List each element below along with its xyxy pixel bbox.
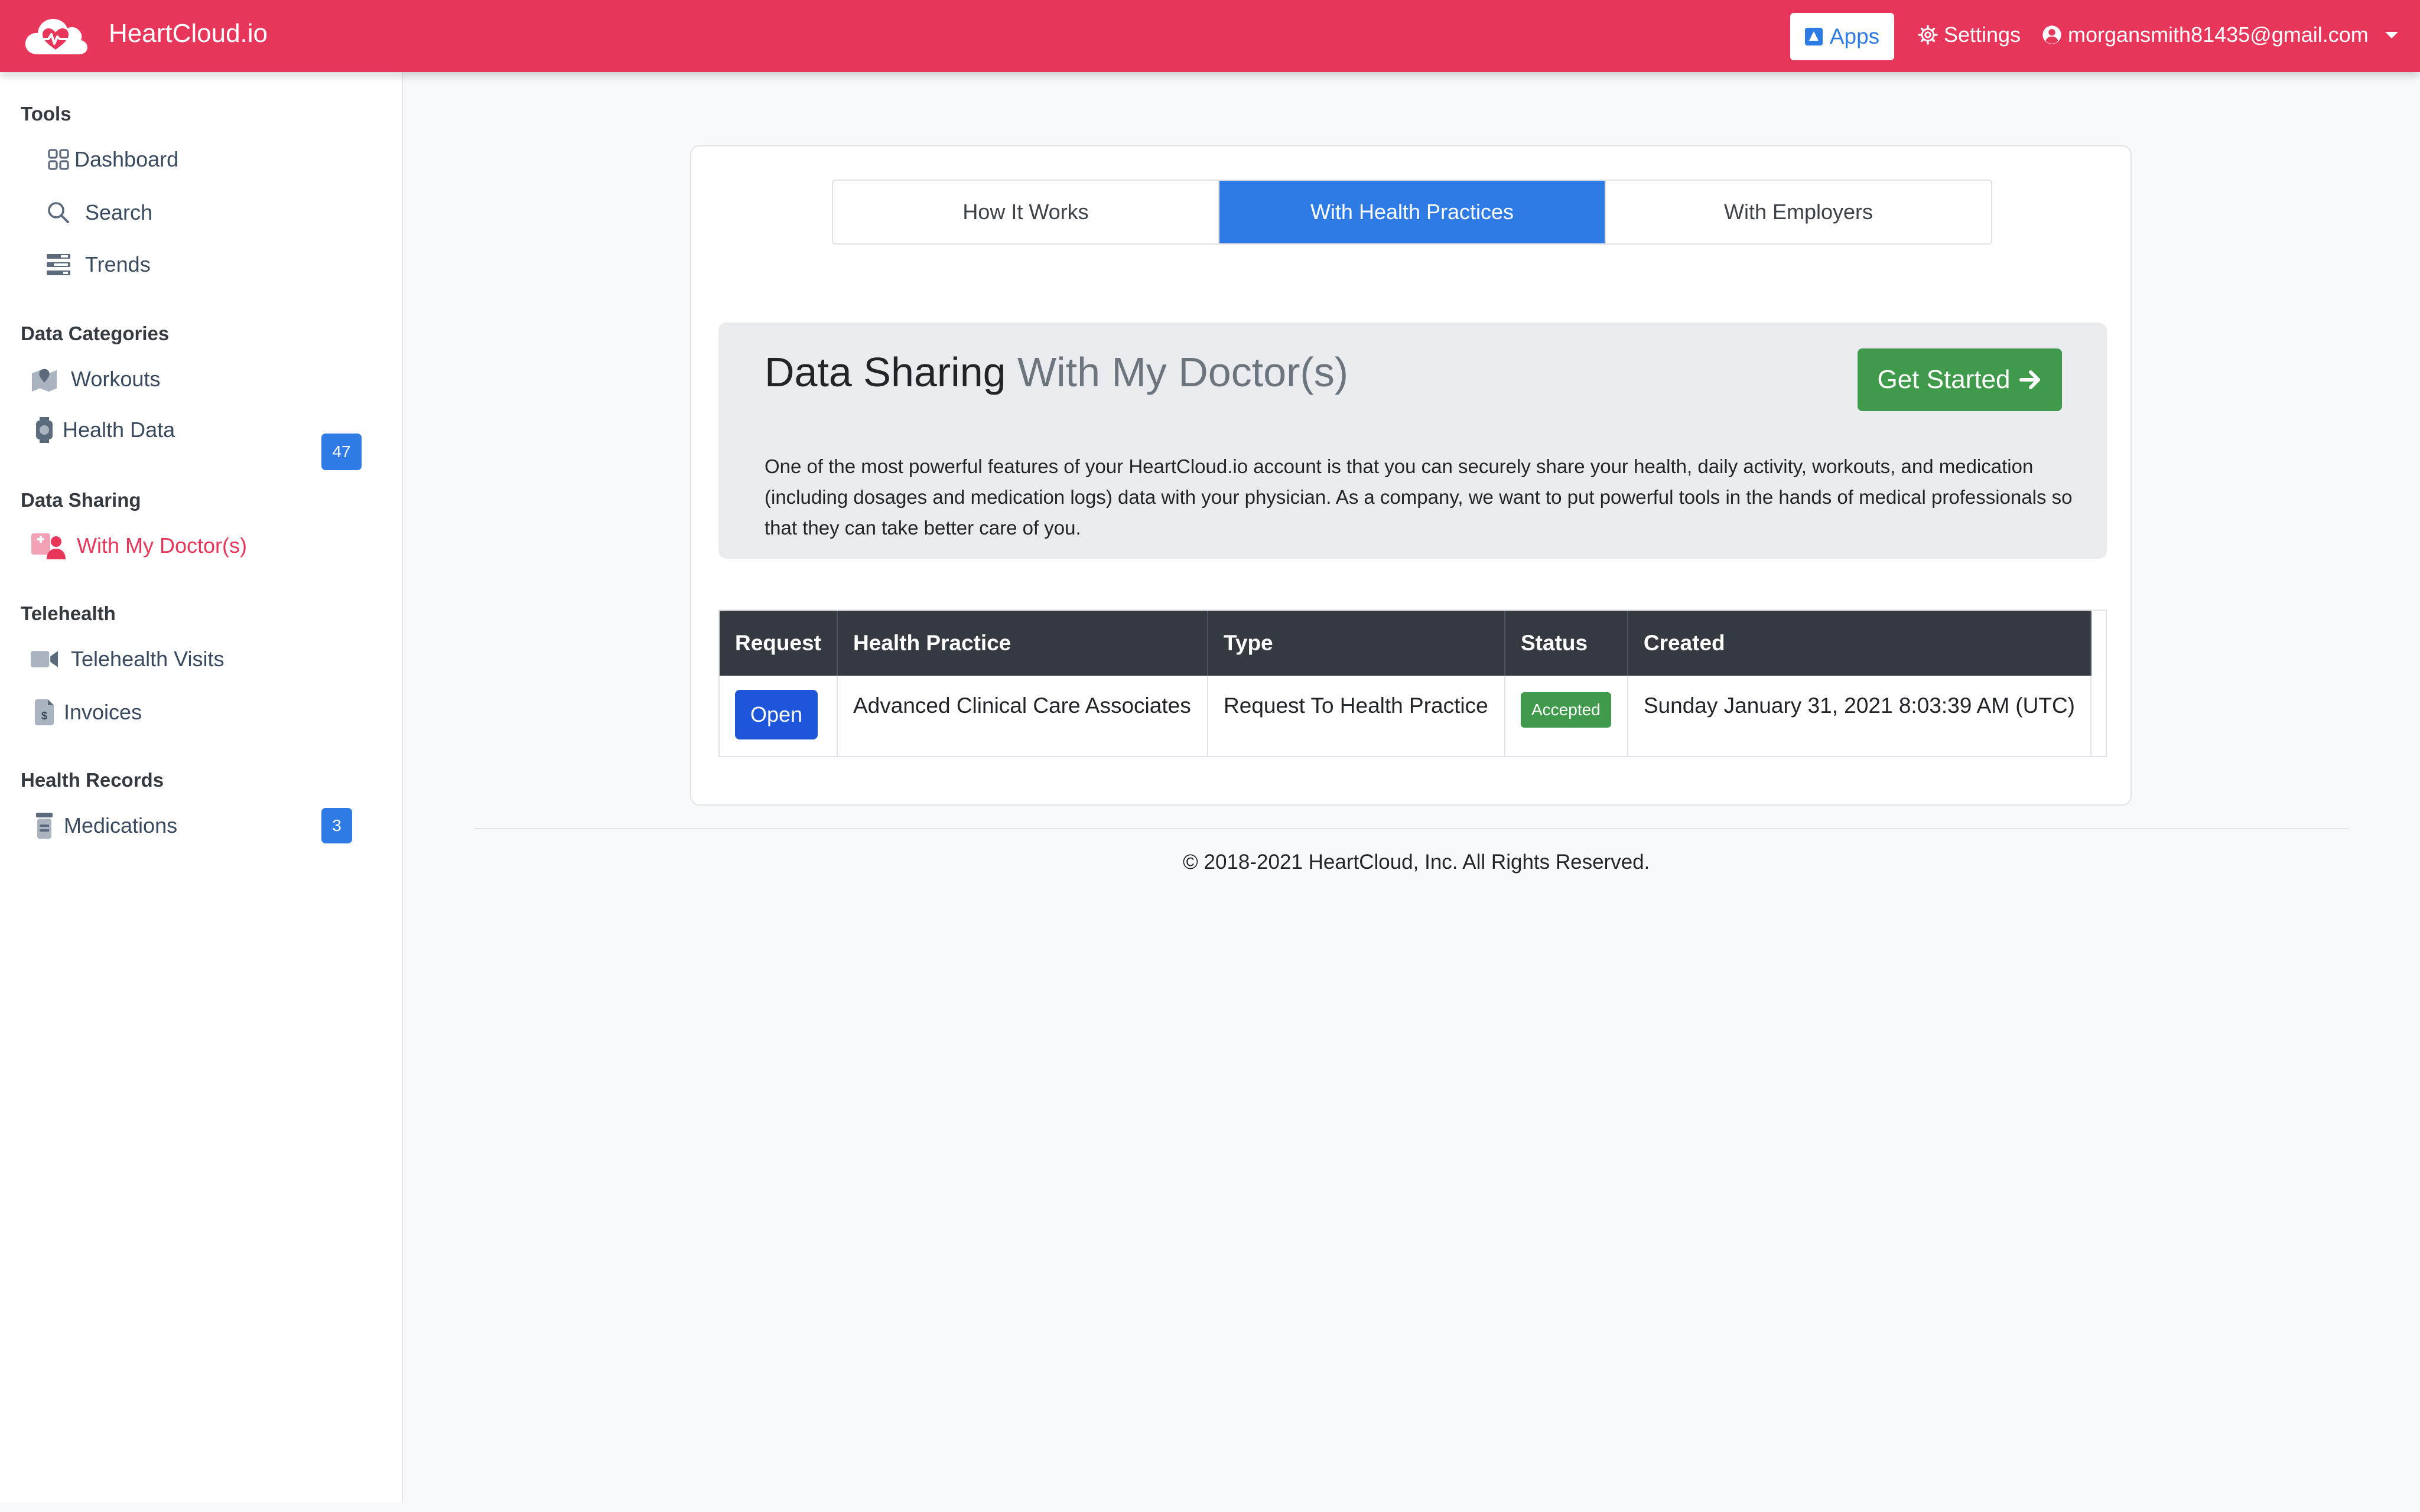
sidebar-section-health-records: Health Records — [21, 769, 164, 791]
apps-icon — [1804, 28, 1823, 45]
search-icon — [45, 199, 72, 226]
sharing-tabs: How It Works With Health Practices With … — [832, 180, 1992, 245]
sidebar-item-dashboard[interactable]: Dashboard — [45, 142, 178, 177]
column-header-health-practice: Health Practice — [837, 611, 1209, 676]
data-sharing-description: One of the most powerful features of you… — [765, 455, 2073, 539]
requests-table: Request Health Practice Type Status Crea… — [718, 610, 2107, 757]
user-circle-icon — [2042, 25, 2061, 44]
open-request-button[interactable]: Open — [735, 690, 818, 739]
status-badge: Accepted — [1521, 692, 1611, 728]
sidebar-section-data-sharing: Data Sharing — [21, 489, 141, 511]
sidebar-item-search[interactable]: Search — [45, 195, 152, 230]
page-title: Data Sharing With My Doctor(s) — [765, 348, 1348, 396]
tab-with-health-practices[interactable]: With Health Practices — [1218, 181, 1605, 243]
sidebar-item-label: With My Doctor(s) — [77, 533, 247, 558]
column-header-request: Request — [720, 611, 838, 676]
created-cell: Sunday January 31, 2021 8:03:39 AM (UTC) — [1627, 676, 2092, 756]
settings-label: Settings — [1944, 22, 2021, 47]
workouts-count-badge: 47 — [321, 434, 362, 470]
sidebar-item-medications[interactable]: Medications — [31, 808, 177, 843]
medication-icon — [31, 812, 58, 839]
top-navbar: HeartCloud.io Apps Settings morgansmith8… — [0, 0, 2420, 72]
dashboard-icon — [45, 146, 72, 173]
watch-icon — [31, 416, 58, 444]
sidebar-item-telehealth-visits[interactable]: Telehealth Visits — [31, 641, 225, 677]
sidebar-item-label: Telehealth Visits — [71, 647, 225, 671]
data-sharing-jumbotron: Data Sharing With My Doctor(s) Get Start… — [718, 322, 2107, 559]
tab-how-it-works[interactable]: How It Works — [833, 181, 1218, 243]
user-email: morgansmith81435@gmail.com — [2068, 22, 2369, 47]
sidebar-section-tools: Tools — [21, 103, 71, 125]
map-icon — [31, 366, 58, 393]
apps-button[interactable]: Apps — [1790, 13, 1894, 60]
invoice-icon: $ — [31, 699, 58, 726]
sidebar-item-label: Health Data — [63, 418, 175, 442]
svg-text:$: $ — [41, 710, 47, 722]
brand-name[interactable]: HeartCloud.io — [109, 19, 268, 48]
video-icon — [31, 646, 58, 673]
get-started-label: Get Started — [1877, 365, 2011, 394]
table-header-row: Request Health Practice Type Status Crea… — [720, 611, 2092, 676]
column-header-type: Type — [1208, 611, 1505, 676]
type-cell: Request To Health Practice — [1208, 676, 1505, 756]
user-menu[interactable]: morgansmith81435@gmail.com — [2042, 22, 2398, 47]
sidebar-item-label: Dashboard — [74, 147, 179, 171]
sidebar: Tools Dashboard Search Trends Data Categ… — [0, 72, 403, 1503]
tab-with-employers[interactable]: With Employers — [1605, 181, 1991, 243]
heartcloud-logo-icon[interactable] — [21, 11, 90, 61]
doctor-icon — [31, 532, 66, 559]
footer-divider — [474, 828, 2349, 829]
sidebar-section-telehealth: Telehealth — [21, 602, 116, 624]
sidebar-item-health-data[interactable]: Health Data — [31, 412, 175, 448]
column-header-status: Status — [1505, 611, 1628, 676]
health-practice-cell: Advanced Clinical Care Associates — [837, 676, 1209, 756]
apps-label: Apps — [1829, 24, 1880, 48]
chevron-down-icon — [2385, 31, 2398, 38]
request-cell: Open — [720, 676, 838, 756]
get-started-button[interactable]: Get Started — [1858, 348, 2062, 411]
sidebar-item-with-my-doctors[interactable]: With My Doctor(s) — [31, 528, 247, 563]
sidebar-item-label: Trends — [85, 252, 151, 276]
sidebar-item-trends[interactable]: Trends — [45, 247, 151, 282]
status-cell: Accepted — [1505, 676, 1628, 756]
medications-count-badge: 3 — [321, 808, 352, 843]
trends-icon — [45, 251, 72, 278]
footer-copyright: © 2018-2021 HeartCloud, Inc. All Rights … — [1183, 850, 1650, 874]
settings-link[interactable]: Settings — [1918, 22, 2021, 47]
sidebar-item-invoices[interactable]: $ Invoices — [31, 695, 142, 730]
sidebar-item-label: Medications — [64, 813, 178, 838]
page-title-main: Data Sharing — [765, 349, 1006, 395]
page-title-sub: With My Doctor(s) — [1017, 349, 1349, 395]
sidebar-item-label: Search — [85, 200, 153, 224]
sidebar-item-label: Workouts — [71, 367, 161, 391]
column-header-created: Created — [1627, 611, 2092, 676]
gear-icon — [1918, 25, 1938, 45]
data-sharing-card: How It Works With Health Practices With … — [690, 145, 2132, 806]
sidebar-item-label: Invoices — [64, 700, 142, 724]
table-row: Open Advanced Clinical Care Associates R… — [720, 676, 2092, 756]
sidebar-item-workouts[interactable]: Workouts — [31, 361, 160, 397]
sidebar-section-data-categories: Data Categories — [21, 322, 170, 344]
arrow-right-icon — [2019, 370, 2040, 389]
